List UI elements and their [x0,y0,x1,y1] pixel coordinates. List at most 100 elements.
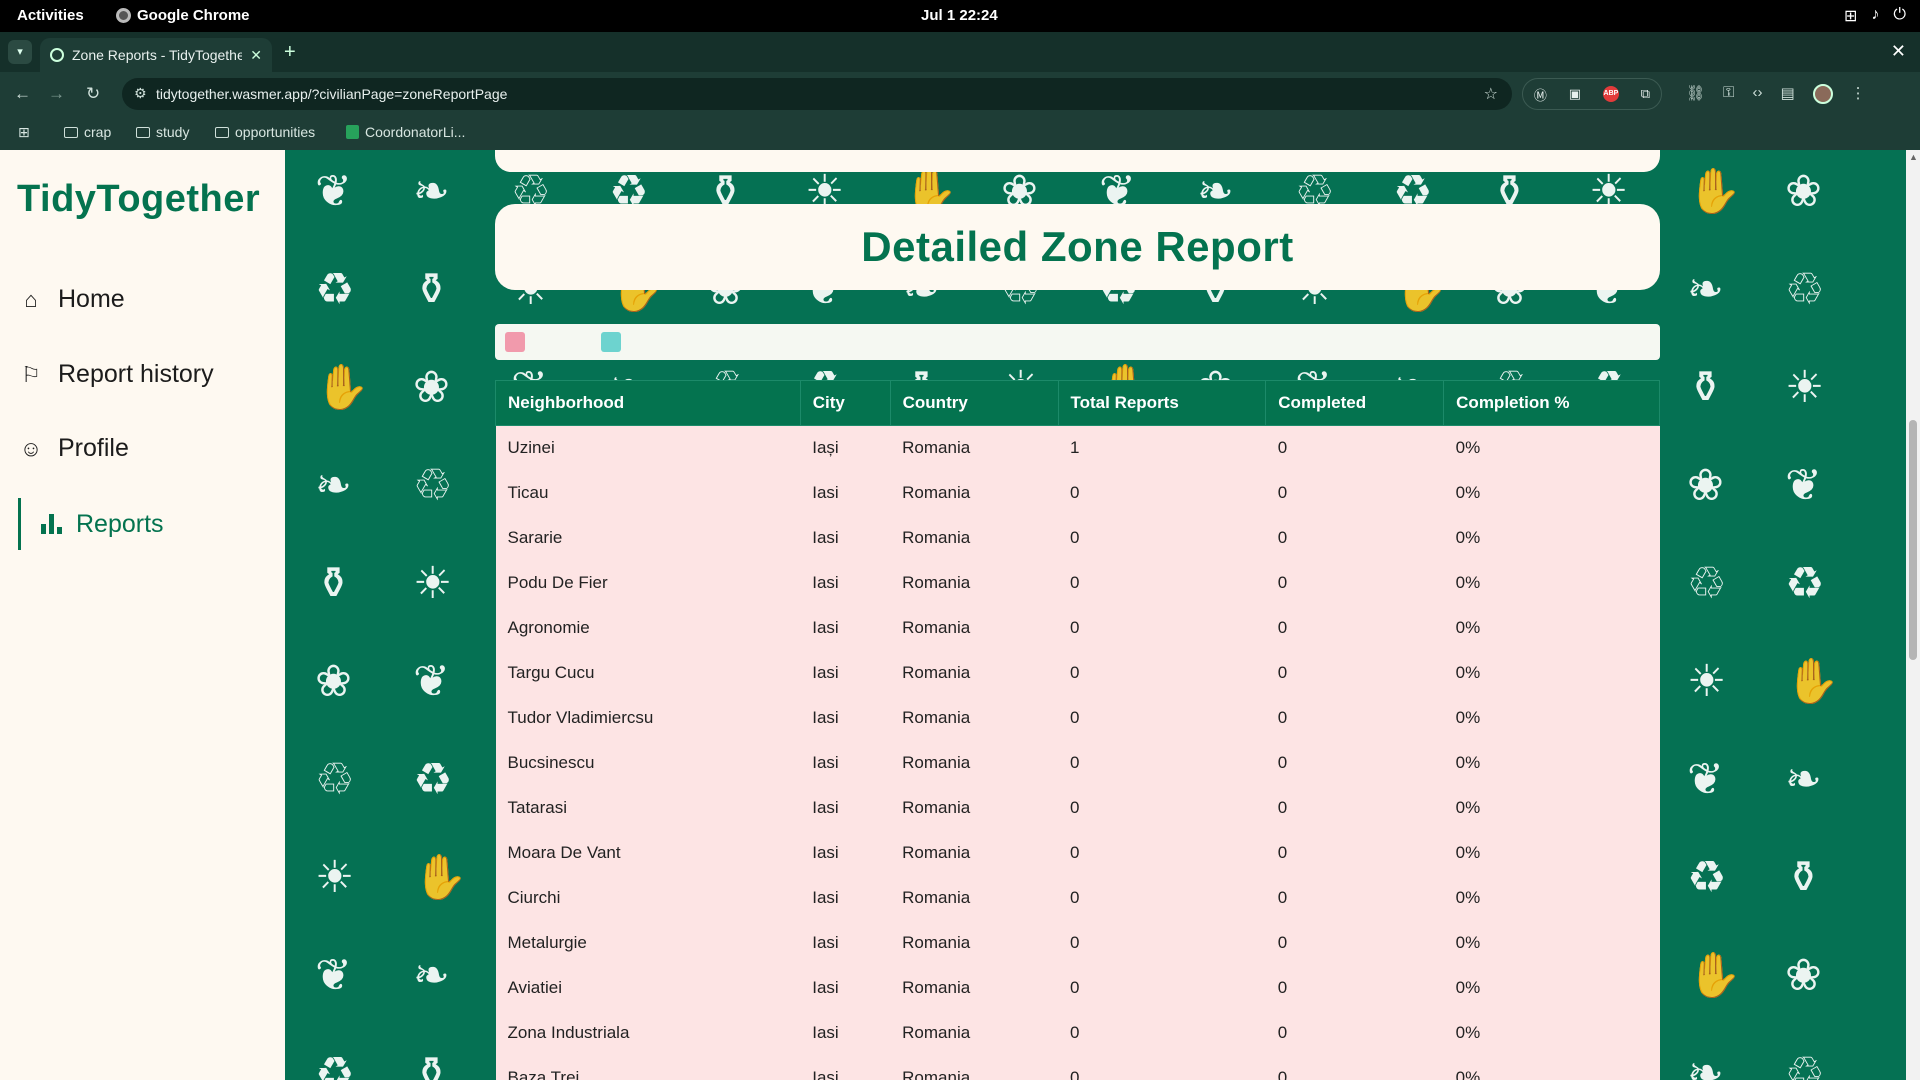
table-cell: 0 [1265,650,1444,696]
column-header[interactable]: Completion % [1443,380,1660,426]
table-row: Uzinei Iași Romania 1 0 0% [495,425,1660,471]
box-plant-icon: ❀ [315,657,352,706]
table-cell: 0% [1443,1055,1660,1080]
system-tray[interactable]: ⊞ ♪ ⏻ [1844,6,1906,26]
system-top-bar: Activities Google Chrome Jul 1 22:24 ⊞ ♪… [0,0,1920,32]
bookmark-folder[interactable]: study [136,124,189,140]
title-card: Detailed Zone Report [495,204,1660,290]
menu-kebab-icon[interactable]: ⋮ [1851,84,1866,104]
table-row: Tudor Vladimiercsu Iasi Romania 0 0 0% [495,695,1660,741]
adblock-icon[interactable]: ABP [1602,86,1619,102]
trash-bin-icon: ♲ [1785,265,1825,314]
puzzle-icon[interactable]: ⧉ [1641,86,1650,102]
lightbulb-sprout-icon: ☀ [1687,657,1727,706]
tab-title: Zone Reports - TidyTogether [72,47,243,63]
bookmark-folder[interactable]: crap [64,124,111,140]
column-header[interactable]: City [799,380,891,426]
sidepanel-icon[interactable]: ▤ [1780,84,1794,104]
apple-core-icon: ❧ [413,951,450,1000]
leaf-icon: ❦ [1785,461,1822,510]
nav-profile[interactable]: ☺ Profile [18,434,129,463]
table-cell: Romania [890,920,1058,966]
table-cell: Iasi [800,740,891,786]
table-cell: 0% [1443,875,1660,921]
table-cell: Romania [890,740,1058,786]
column-header[interactable]: Total Reports [1057,380,1267,426]
table-cell: Iasi [800,785,891,831]
activities-button[interactable]: Activities [17,7,84,24]
glasses-extension-icon[interactable]: ▣ [1569,86,1581,102]
bookmark-link[interactable]: CoordonatorLi... [346,124,465,140]
table-cell: Romania [890,425,1058,471]
clock[interactable]: Jul 1 22:24 [921,7,998,24]
table-cell: 0 [1265,470,1444,516]
m-extension-icon[interactable]: Ⓜ [1534,85,1547,104]
apple-core-icon: ❧ [1687,265,1724,314]
table-cell: 0 [1058,695,1266,741]
page-scrollbar[interactable]: ▲ [1906,150,1920,1080]
table-cell: Iasi [800,965,891,1011]
table-cell: Tudor Vladimiercsu [495,695,801,741]
column-header[interactable]: Completed [1265,380,1445,426]
table-cell: Romania [890,560,1058,606]
table-cell: 0 [1058,470,1266,516]
bottle-icon: ⚱ [1785,853,1822,902]
table-cell: Romania [890,875,1058,921]
table-cell: 0 [1265,965,1444,1011]
app-menu[interactable]: Google Chrome [116,7,250,24]
folder-icon [136,126,150,138]
table-row: Ticau Iasi Romania 0 0 0% [495,470,1660,516]
table-cell: Targu Cucu [495,650,801,696]
reload-icon[interactable]: ↻ [86,84,100,104]
table-cell: 0 [1058,875,1266,921]
table-cell: 0 [1265,425,1444,471]
nav-home[interactable]: ⌂ Home [18,285,124,314]
new-tab-button[interactable]: + [284,41,296,64]
code-icon[interactable]: ‹› [1752,84,1762,104]
forward-arrow-icon[interactable]: → [48,84,65,104]
box-plant-icon: ❀ [1785,167,1822,216]
table-cell: Romania [890,785,1058,831]
table-cell: Iasi [800,830,891,876]
chart-legend [495,324,1660,360]
table-cell: Tatarasi [495,785,801,831]
nav-label: Report history [58,360,214,388]
trash-bin-icon: ♲ [1785,1049,1825,1080]
close-tab-icon[interactable]: ✕ [250,47,262,64]
site-info-icon[interactable]: ⚙ [134,85,147,102]
column-header[interactable]: Neighborhood [495,380,801,426]
tab-search-button[interactable]: ▾ [8,40,32,64]
table-cell: 0 [1058,1010,1266,1056]
flag-icon: ⚐ [21,361,41,387]
url-text: tidytogether.wasmer.app/?civilianPage=zo… [156,86,508,102]
window-close-button[interactable]: ✕ [1891,41,1906,62]
table-row: Bucsinescu Iasi Romania 0 0 0% [495,740,1660,786]
table-row: Sararie Iasi Romania 0 0 0% [495,515,1660,561]
active-tab[interactable]: Zone Reports - TidyTogether ✕ [40,38,272,72]
bottle-icon: ⚱ [315,559,352,608]
bookmark-star-icon[interactable]: ☆ [1484,84,1498,104]
recycle-cup-icon: ♻ [1687,853,1727,902]
legend-swatch-pink[interactable] [505,332,525,352]
table-cell: 0% [1443,515,1660,561]
browser-toolbar: ← → ↻ ⚙ tidytogether.wasmer.app/?civilia… [0,72,1920,116]
table-cell: 0% [1443,1010,1660,1056]
scrollbar-thumb[interactable] [1909,420,1917,660]
apps-grid-icon[interactable]: ⊞ [18,124,30,141]
scroll-up-arrow-icon[interactable]: ▲ [1909,152,1918,162]
table-cell: Romania [890,965,1058,1011]
legend-swatch-teal[interactable] [601,332,621,352]
link-icon[interactable]: ⛓ [1686,84,1705,104]
nav-reports[interactable]: Reports [18,498,164,550]
back-arrow-icon[interactable]: ← [14,84,31,104]
bookmark-folder[interactable]: opportunities [215,124,315,140]
table-row: Metalurgie Iasi Romania 0 0 0% [495,920,1660,966]
column-header[interactable]: Country [889,380,1059,426]
nav-report-history[interactable]: ⚐ Report history [18,360,214,389]
recycle-cup-icon: ♻ [315,1049,355,1080]
key-icon[interactable]: ⚿ [1723,84,1734,104]
profile-avatar[interactable] [1812,84,1833,104]
table-cell: Podu De Fier [495,560,801,606]
app-logo[interactable]: TidyTogether [17,178,260,221]
address-bar[interactable]: ⚙ tidytogether.wasmer.app/?civilianPage=… [122,78,1512,110]
